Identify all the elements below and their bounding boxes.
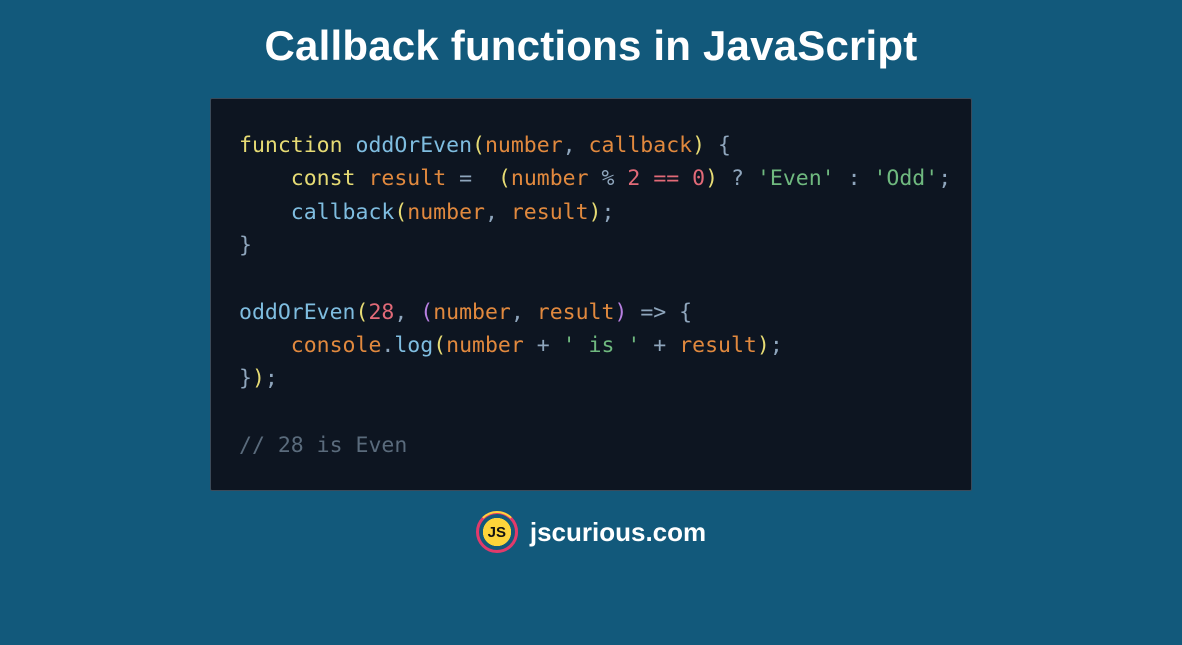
console: console [291,333,382,358]
footer: JS jscurious.com [476,511,706,553]
logo-text: JS [488,524,506,541]
number-literal: 28 [368,300,394,325]
page-title: Callback functions in JavaScript [265,22,918,70]
string-literal: 'Even' [757,166,835,191]
param-callback: callback [589,133,693,158]
string-literal: 'Odd' [873,166,938,191]
keyword-const: const [291,166,356,191]
call-callback: callback [291,200,395,225]
comment: // 28 is Even [239,433,407,458]
keyword-function: function [239,133,343,158]
code-block: function oddOrEven(number, callback) { c… [210,98,972,491]
site-name: jscurious.com [530,517,706,548]
arrow: => [640,300,666,325]
var-result: result [368,166,446,191]
function-name: oddOrEven [356,133,473,158]
logo-icon: JS [476,511,518,553]
string-literal: ' is ' [563,333,641,358]
number-literal: 2 [627,166,640,191]
number-literal: 0 [692,166,705,191]
param-number: number [485,133,563,158]
log: log [394,333,433,358]
call-oddoreven: oddOrEven [239,300,356,325]
